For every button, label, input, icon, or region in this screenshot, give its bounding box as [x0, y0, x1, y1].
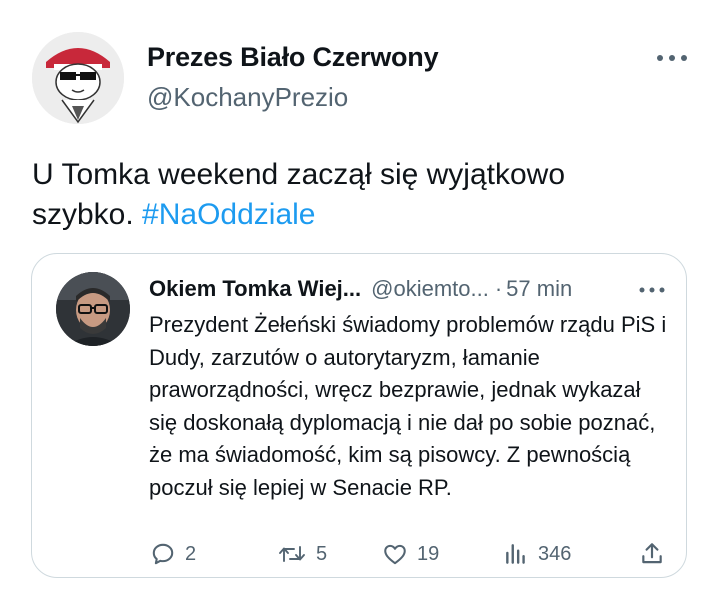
- quoted-author-avatar[interactable]: [56, 272, 130, 346]
- author-handle[interactable]: @KochanyPrezio: [147, 82, 348, 113]
- hashtag-link[interactable]: #NaOddziale: [142, 198, 315, 231]
- author-avatar[interactable]: [32, 32, 124, 124]
- share-icon: [642, 543, 662, 564]
- quoted-author-name[interactable]: Okiem Tomka Wiej...: [149, 276, 361, 301]
- quoted-tweet-header: Okiem Tomka Wiej... @okiemto... · 57 min: [149, 276, 572, 302]
- quoted-tweet-text: Prezydent Żełeński świadomy problemów rz…: [149, 312, 667, 500]
- more-horizontal-icon: [639, 287, 665, 293]
- more-horizontal-icon: [657, 55, 687, 61]
- like-count: 19: [417, 542, 440, 565]
- tweet-text: U Tomka weekend zaczął się wyjątkowo szy…: [32, 155, 672, 235]
- quoted-author-handle[interactable]: @okiemto...: [371, 276, 489, 301]
- quoted-tweet-card[interactable]: Okiem Tomka Wiej... @okiemto... · 57 min Pr…: [31, 253, 687, 578]
- reply-icon: [152, 543, 174, 565]
- reply-button[interactable]: 2: [150, 539, 196, 569]
- author-name[interactable]: Prezes Biało Czerwony: [147, 42, 439, 73]
- retweet-icon: [279, 546, 305, 562]
- more-options-button[interactable]: [654, 46, 690, 70]
- retweet-button[interactable]: 5: [277, 539, 327, 569]
- avatar-image: [32, 32, 124, 124]
- quoted-more-options-button[interactable]: [637, 280, 667, 300]
- share-button[interactable]: [639, 539, 665, 569]
- views-button[interactable]: 346: [503, 539, 571, 569]
- quoted-avatar-image: [56, 272, 130, 346]
- action-bar: 2 5 19 346: [32, 539, 688, 569]
- quoted-tweet-time[interactable]: 57 min: [506, 276, 572, 301]
- analytics-icon: [506, 544, 525, 564]
- like-button[interactable]: 19: [382, 539, 439, 569]
- header-separator: ·: [494, 276, 503, 301]
- views-count: 346: [538, 542, 572, 565]
- heart-icon: [384, 544, 406, 565]
- retweet-count: 5: [316, 542, 328, 565]
- reply-count: 2: [185, 542, 197, 565]
